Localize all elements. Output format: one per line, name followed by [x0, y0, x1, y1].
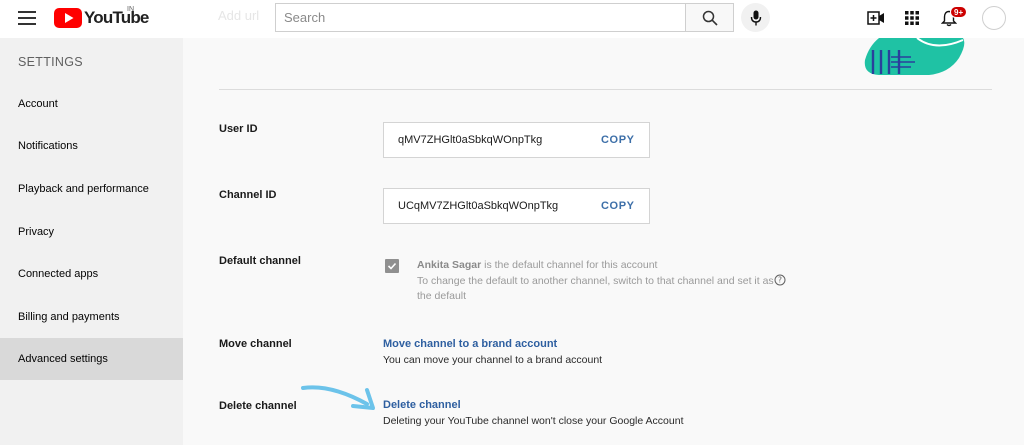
delete-channel-link[interactable]: Delete channel [383, 399, 461, 411]
copy-channel-id-button[interactable]: COPY [601, 200, 635, 212]
sidebar-item-notifications[interactable]: Notifications [0, 125, 183, 167]
sidebar-item-connected-apps[interactable]: Connected apps [0, 253, 183, 295]
logo-text: YouTube [84, 8, 149, 27]
sidebar-item-playback[interactable]: Playback and performance [0, 168, 183, 210]
microphone-icon [750, 10, 761, 25]
user-id-value: qMV7ZHGlt0aSbkqWOnpTkg [398, 134, 543, 146]
move-channel-link[interactable]: Move channel to a brand account [383, 338, 557, 350]
copy-user-id-button[interactable]: COPY [601, 134, 635, 146]
search-input[interactable] [275, 3, 685, 32]
default-channel-label: Default channel [219, 255, 301, 267]
top-header: YouTube IN Add url Search 9+ [0, 0, 1024, 38]
faded-page-title: Add url [218, 8, 260, 23]
delete-channel-label: Delete channel [219, 400, 297, 412]
default-channel-hint: To change the default to another channel… [417, 274, 774, 303]
apps-button[interactable] [902, 8, 922, 28]
sidebar-item-billing[interactable]: Billing and payments [0, 296, 183, 338]
youtube-logo[interactable]: YouTube [54, 8, 149, 28]
move-channel-description: You can move your channel to a brand acc… [383, 354, 603, 366]
settings-sidebar: SETTINGS Account Notifications Playback … [0, 38, 183, 445]
sidebar-item-privacy[interactable]: Privacy [0, 211, 183, 253]
help-icon[interactable]: ? [774, 274, 786, 286]
move-channel-label: Move channel [219, 338, 292, 350]
user-id-box: qMV7ZHGlt0aSbkqWOnpTkg COPY [383, 122, 650, 158]
user-id-label: User ID [219, 123, 258, 135]
search-icon [702, 10, 718, 26]
search-button[interactable] [685, 3, 734, 32]
logo-country-code: IN [127, 6, 134, 13]
menu-icon[interactable] [18, 10, 36, 26]
default-channel-name: Ankita Sagar [417, 259, 482, 271]
advanced-settings-panel: User ID qMV7ZHGlt0aSbkqWOnpTkg COPY Chan… [183, 38, 1024, 445]
voice-search-button[interactable] [741, 3, 770, 32]
account-avatar[interactable] [982, 6, 1006, 30]
video-add-icon [867, 11, 884, 25]
default-channel-info: Ankita Sagar is the default channel for … [417, 258, 777, 305]
channel-id-box: UCqMV7ZHGlt0aSbkqWOnpTkg COPY [383, 188, 650, 224]
notification-count-badge: 9+ [950, 6, 968, 18]
sidebar-item-account[interactable]: Account [0, 83, 183, 125]
channel-id-value: UCqMV7ZHGlt0aSbkqWOnpTkg [398, 200, 559, 212]
youtube-play-icon [54, 8, 82, 28]
annotation-arrow-icon [301, 385, 375, 410]
decorative-illustration [864, 38, 965, 75]
channel-id-label: Channel ID [219, 189, 277, 201]
checkmark-icon [387, 262, 397, 270]
default-channel-text: is the default channel for this account [481, 259, 658, 271]
svg-text:?: ? [778, 276, 782, 285]
delete-channel-description: Deleting your YouTube channel won't clos… [383, 415, 684, 427]
default-channel-checkbox[interactable] [385, 259, 399, 273]
create-video-button[interactable] [866, 8, 886, 28]
apps-grid-icon [905, 11, 919, 25]
sidebar-item-advanced-settings[interactable]: Advanced settings [0, 338, 183, 380]
section-divider [219, 89, 992, 90]
sidebar-heading: SETTINGS [18, 55, 83, 69]
